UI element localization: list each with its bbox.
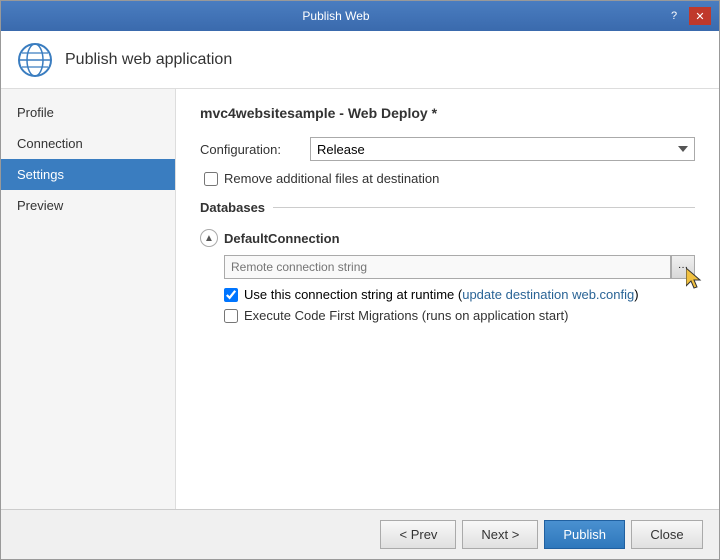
configuration-row: Configuration: Release Debug [200, 137, 695, 161]
divider-line [273, 207, 695, 208]
db-header: ▲ DefaultConnection [200, 229, 695, 247]
publish-web-window: Publish Web ? ✕ Publish web application … [0, 0, 720, 560]
close-window-button[interactable]: ✕ [689, 7, 711, 25]
configuration-select[interactable]: Release Debug [310, 137, 695, 161]
footer: < Prev Next > Publish Close [1, 509, 719, 559]
sidebar-item-settings[interactable]: Settings [1, 159, 175, 190]
execute-migrations-row: Execute Code First Migrations (runs on a… [224, 308, 695, 323]
content-area: Profile Connection Settings Preview mvc4… [1, 89, 719, 509]
execute-migrations-checkbox[interactable] [224, 309, 238, 323]
sidebar: Profile Connection Settings Preview [1, 89, 176, 509]
execute-migrations-label: Execute Code First Migrations (runs on a… [244, 308, 568, 323]
db-browse-button[interactable]: ··· [671, 255, 695, 279]
db-section: ▲ DefaultConnection ··· [200, 229, 695, 323]
header-bar: Publish web application [1, 31, 719, 89]
sidebar-item-preview[interactable]: Preview [1, 190, 175, 221]
update-destination-link[interactable]: update destination web.config [462, 287, 634, 302]
remove-files-label: Remove additional files at destination [224, 171, 439, 186]
main-panel: mvc4websitesample - Web Deploy * Configu… [176, 89, 719, 509]
use-connection-label: Use this connection string at runtime (u… [244, 287, 639, 302]
db-connection-input[interactable] [224, 255, 671, 279]
sidebar-item-profile[interactable]: Profile [1, 97, 175, 128]
help-button[interactable]: ? [663, 7, 685, 25]
collapse-button[interactable]: ▲ [200, 229, 218, 247]
remove-files-row: Remove additional files at destination [204, 171, 695, 186]
db-input-row: ··· [224, 255, 695, 279]
prev-button[interactable]: < Prev [380, 520, 456, 549]
remove-files-checkbox[interactable] [204, 172, 218, 186]
use-connection-text: Use this connection string at runtime (u… [244, 287, 639, 302]
configuration-label: Configuration: [200, 142, 310, 157]
panel-title: mvc4websitesample - Web Deploy * [200, 105, 695, 121]
databases-title: Databases [200, 200, 265, 215]
title-bar: Publish Web ? ✕ [1, 1, 719, 31]
close-button[interactable]: Close [631, 520, 703, 549]
window-title: Publish Web [9, 9, 663, 23]
header-title: Publish web application [65, 51, 232, 69]
publish-button[interactable]: Publish [544, 520, 625, 549]
title-bar-controls: ? ✕ [663, 7, 711, 25]
globe-icon [17, 42, 53, 78]
sidebar-item-connection[interactable]: Connection [1, 128, 175, 159]
use-connection-row: Use this connection string at runtime (u… [224, 287, 695, 302]
db-name: DefaultConnection [224, 231, 340, 246]
databases-section-header: Databases [200, 200, 695, 215]
browse-icon: ··· [678, 262, 688, 273]
use-connection-checkbox[interactable] [224, 288, 238, 302]
next-button[interactable]: Next > [462, 520, 538, 549]
